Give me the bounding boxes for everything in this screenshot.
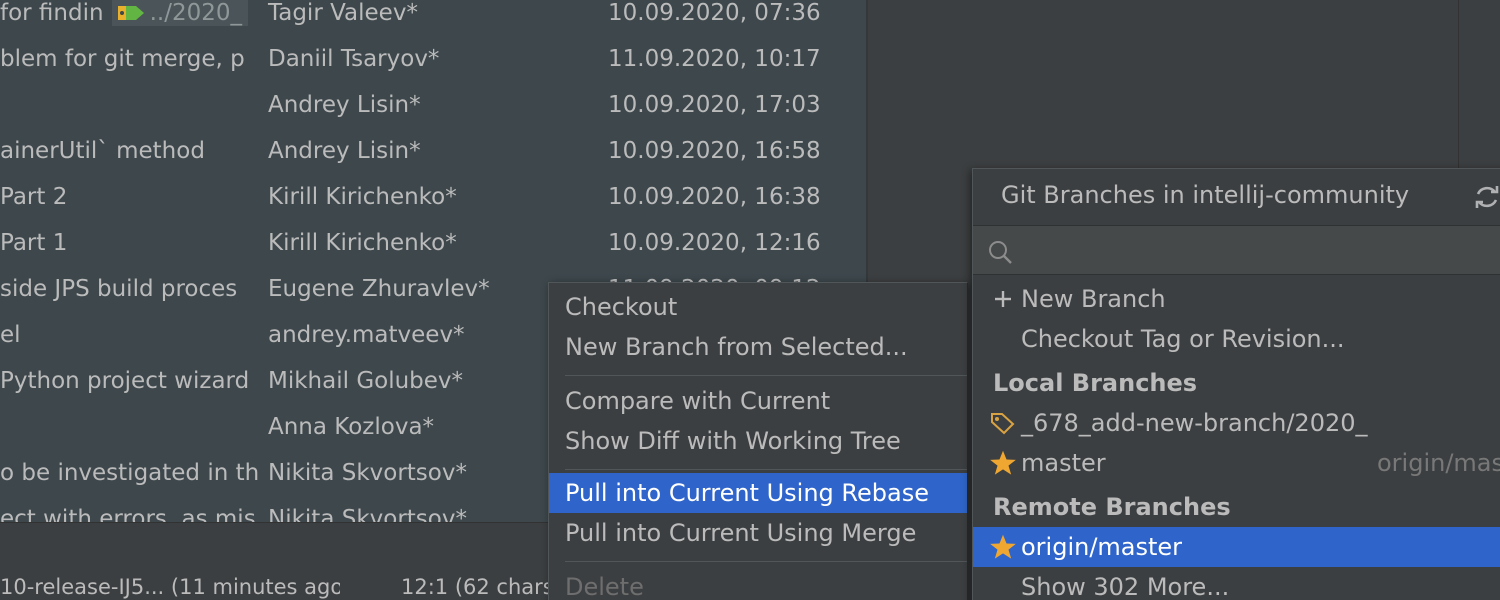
menu-separator bbox=[565, 561, 967, 562]
commit-message: for findin ../2020_ bbox=[0, 0, 263, 46]
commit-row[interactable]: Andrey Lisin* 10.09.2020, 17:03 bbox=[0, 92, 866, 138]
menu-item-compare-with-current[interactable]: Compare with Current bbox=[549, 381, 967, 421]
commit-message: blem for git merge, p bbox=[0, 46, 245, 72]
commit-date: 10.09.2020, 07:36 bbox=[608, 0, 821, 26]
show-more-branches[interactable]: Show 302 More... bbox=[973, 567, 1500, 600]
commit-message bbox=[0, 92, 263, 138]
show-more-label: Show 302 More... bbox=[1021, 573, 1230, 600]
menu-separator bbox=[565, 469, 967, 470]
tag-icon bbox=[117, 6, 144, 20]
commit-row[interactable]: for findin ../2020_ Tagir Valeev* 10.09.2… bbox=[0, 0, 866, 46]
search-icon bbox=[987, 239, 1013, 271]
action-label: Checkout Tag or Revision... bbox=[1021, 325, 1345, 353]
commit-message: ainerUtil` method bbox=[0, 138, 205, 164]
star-icon bbox=[989, 527, 1017, 567]
commit-message: ect with errors, as mis bbox=[0, 506, 256, 522]
star-icon bbox=[989, 443, 1017, 483]
commit-date: 10.09.2020, 16:58 bbox=[608, 138, 821, 164]
commit-author: Kirill Kirichenko* bbox=[268, 230, 457, 256]
commit-author: Kirill Kirichenko* bbox=[268, 184, 457, 210]
commit-context-menu: Checkout New Branch from Selected... Com… bbox=[548, 282, 968, 600]
menu-item-checkout[interactable]: Checkout bbox=[549, 287, 967, 327]
commit-date: 10.09.2020, 17:03 bbox=[608, 92, 821, 118]
commit-message bbox=[0, 414, 263, 460]
popup-title: Git Branches in intellij-community bbox=[1001, 181, 1410, 209]
commit-message: Python project wizard bbox=[0, 368, 250, 394]
commit-date: 10.09.2020, 12:16 bbox=[608, 230, 821, 256]
panel-divider[interactable] bbox=[1458, 0, 1459, 170]
commit-author: Nikita Skvortsov* bbox=[268, 506, 467, 522]
commit-message: Part 2 bbox=[0, 184, 68, 210]
branch-name: master bbox=[1021, 449, 1106, 477]
status-branch-info[interactable]: 10-release-IJ5... (11 minutes ago) bbox=[0, 575, 340, 599]
action-label: New Branch bbox=[1021, 285, 1166, 313]
menu-item-new-branch-from-selected[interactable]: New Branch from Selected... bbox=[549, 327, 967, 367]
commit-author: Daniil Tsaryov* bbox=[268, 46, 440, 72]
commit-message-text: for findin bbox=[0, 0, 104, 26]
commit-author: Mikhail Golubev* bbox=[268, 368, 464, 394]
commit-message: side JPS build proces bbox=[0, 276, 238, 302]
action-checkout-tag[interactable]: Checkout Tag or Revision... bbox=[973, 319, 1500, 359]
branch-search-input[interactable] bbox=[973, 225, 1500, 275]
local-branch-item[interactable]: _678_add-new-branch/2020_ bbox=[973, 403, 1500, 443]
commit-message: Part 1 bbox=[0, 230, 68, 256]
commit-row[interactable]: blem for git merge, p Daniil Tsaryov* 11… bbox=[0, 46, 866, 92]
tag-label: ../2020_ bbox=[149, 0, 242, 26]
refresh-icon[interactable] bbox=[1473, 183, 1500, 217]
commit-author: Andrey Lisin* bbox=[268, 138, 421, 164]
remote-branch-item[interactable]: origin/master bbox=[973, 527, 1500, 567]
plus-icon bbox=[989, 279, 1017, 319]
commit-author: Eugene Zhuravlev* bbox=[268, 276, 490, 302]
status-caret-position[interactable]: 12:1 (62 chars bbox=[401, 575, 554, 599]
commit-author: Anna Kozlova* bbox=[268, 414, 435, 440]
branch-name: _678_add-new-branch/2020_ bbox=[1021, 409, 1368, 437]
menu-separator bbox=[565, 375, 967, 376]
commit-message: o be investigated in th bbox=[0, 460, 260, 486]
commit-author: Andrey Lisin* bbox=[268, 92, 421, 118]
action-new-branch[interactable]: New Branch bbox=[973, 279, 1500, 319]
local-branch-item[interactable]: master origin/master bbox=[973, 443, 1500, 483]
tag-icon bbox=[989, 403, 1017, 443]
branch-tracking: origin/master bbox=[1377, 449, 1500, 477]
commit-row[interactable]: ainerUtil` method Andrey Lisin* 10.09.20… bbox=[0, 138, 866, 184]
commit-author: Tagir Valeev* bbox=[268, 0, 418, 26]
remote-branches-header: Remote Branches bbox=[993, 493, 1231, 521]
menu-item-pull-merge[interactable]: Pull into Current Using Merge bbox=[549, 513, 967, 553]
tag-pill: ../2020_ bbox=[111, 0, 248, 26]
branch-name: origin/master bbox=[1021, 533, 1183, 561]
local-branches-header: Local Branches bbox=[993, 369, 1198, 397]
commit-message: el bbox=[0, 322, 21, 348]
commit-date: 11.09.2020, 10:17 bbox=[608, 46, 821, 72]
menu-item-show-diff-with-working-tree[interactable]: Show Diff with Working Tree bbox=[549, 421, 967, 461]
commit-author: andrey.matveev* bbox=[268, 322, 465, 348]
menu-item-delete: Delete bbox=[565, 573, 644, 600]
commit-author: Nikita Skvortsov* bbox=[268, 460, 467, 486]
commit-date: 10.09.2020, 16:38 bbox=[608, 184, 821, 210]
menu-item-pull-rebase[interactable]: Pull into Current Using Rebase bbox=[549, 473, 967, 513]
commit-row[interactable]: Part 1 Kirill Kirichenko* 10.09.2020, 12… bbox=[0, 230, 866, 276]
git-branches-popup: Git Branches in intellij-community New B… bbox=[972, 168, 1500, 600]
commit-row[interactable]: Part 2 Kirill Kirichenko* 10.09.2020, 16… bbox=[0, 184, 866, 230]
